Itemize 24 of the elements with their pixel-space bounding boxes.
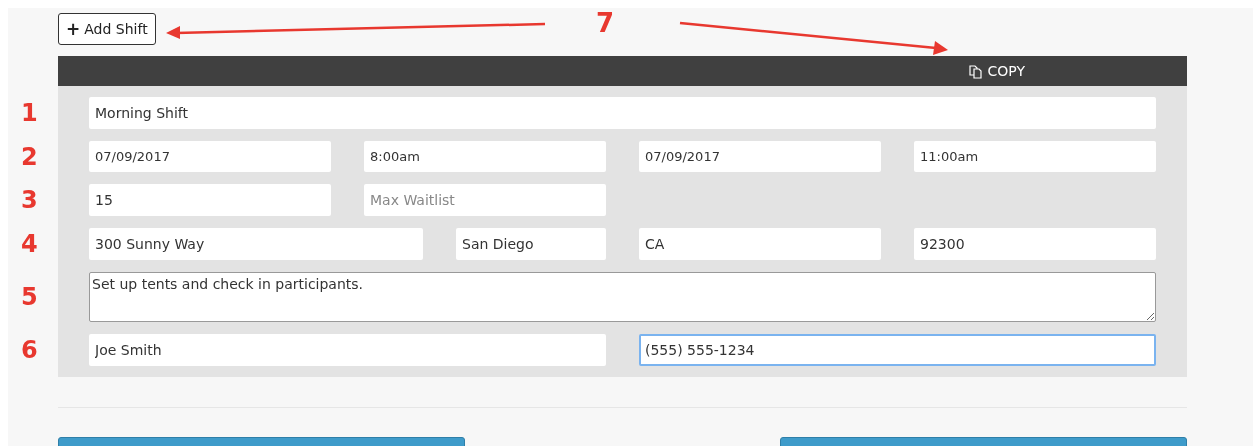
input-field[interactable]: Morning Shift (89, 97, 1156, 129)
input-field[interactable]: 11:00am (914, 141, 1156, 172)
annotation-number: 4 (21, 230, 38, 258)
input-field[interactable]: CA (639, 228, 881, 260)
input-field[interactable]: 300 Sunny Way (89, 228, 423, 260)
annotation-number: 1 (21, 99, 38, 127)
annotation-number: 3 (21, 186, 38, 214)
input-field[interactable]: (555) 555-1234 (639, 334, 1156, 366)
input-field[interactable]: 92300 (914, 228, 1156, 260)
input-field[interactable]: 8:00am (364, 141, 606, 172)
add-shift-button[interactable]: + Add Shift (58, 13, 156, 45)
annotation-number: 6 (21, 336, 38, 364)
input-field[interactable]: Max Waitlist (364, 184, 606, 216)
input-field[interactable]: 07/09/2017 (639, 141, 881, 172)
notes-field[interactable]: Set up tents and check in participants. (89, 272, 1156, 322)
annotation-number: 2 (21, 142, 38, 171)
input-field[interactable]: Joe Smith (89, 334, 606, 366)
copy-icon (967, 63, 984, 79)
annotation-number: 7 (596, 8, 615, 38)
copy-button[interactable]: COPY (967, 63, 1025, 79)
input-field[interactable]: 07/09/2017 (89, 141, 331, 172)
input-field[interactable]: San Diego (456, 228, 606, 260)
input-field[interactable]: 15 (89, 184, 331, 216)
annotation-number: 5 (21, 283, 38, 311)
